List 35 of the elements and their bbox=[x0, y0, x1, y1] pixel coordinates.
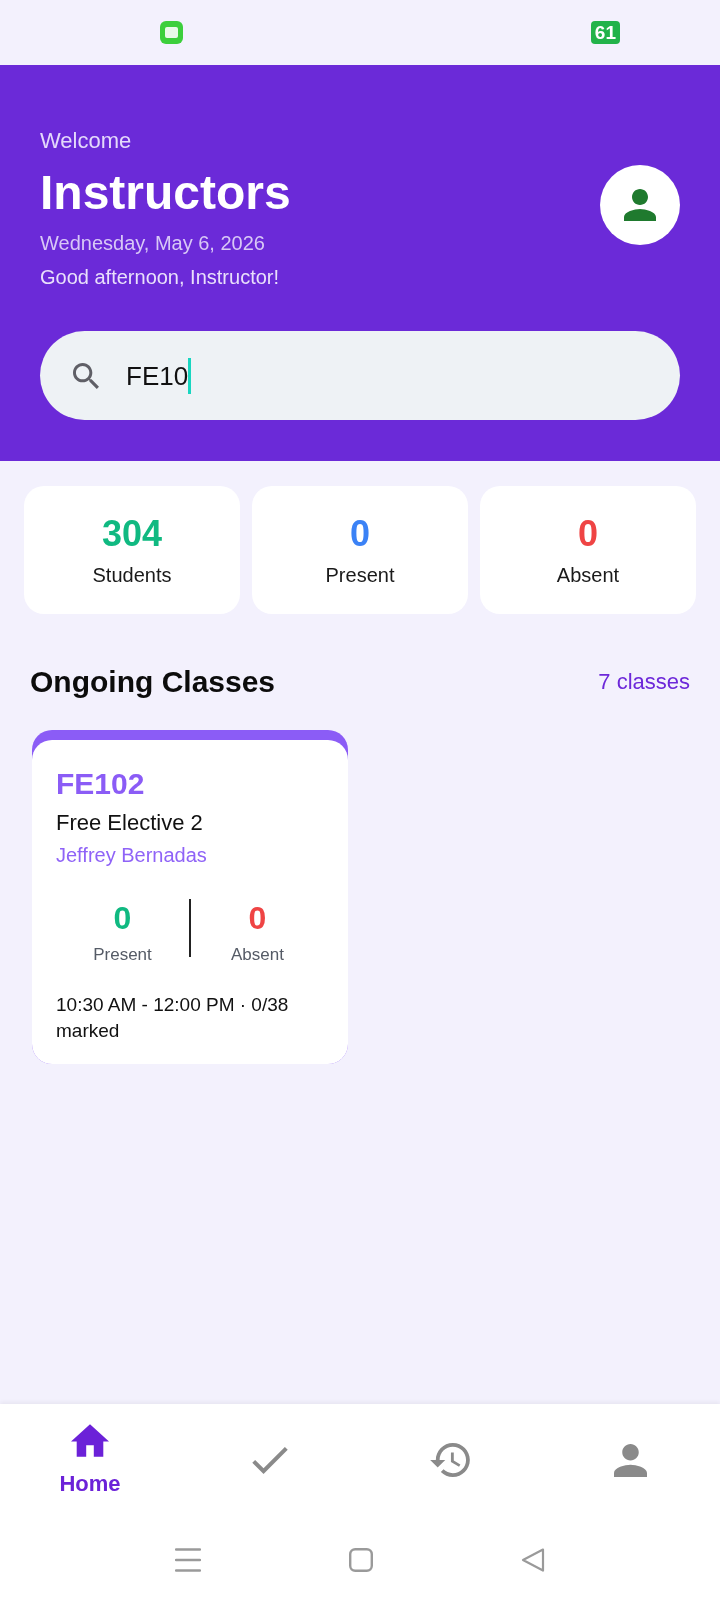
stat-value: 0 bbox=[350, 514, 370, 554]
section-title: Ongoing Classes bbox=[30, 664, 276, 700]
page-title: Instructors bbox=[40, 165, 291, 221]
history-icon bbox=[430, 1443, 470, 1477]
nav-tab[interactable]: Home bbox=[0, 1404, 180, 1516]
instructor-name: Jeffrey Bernadas bbox=[56, 843, 207, 868]
count-label: Absent bbox=[231, 944, 284, 966]
count-value: 0 bbox=[113, 899, 132, 937]
person-icon bbox=[624, 189, 656, 221]
count-label: Present bbox=[93, 944, 152, 966]
chat-app-icon bbox=[160, 21, 183, 44]
stat-label: Students bbox=[92, 563, 172, 587]
count-value: 0 bbox=[248, 899, 267, 937]
stat-value: 0 bbox=[578, 514, 598, 554]
class-count: 7 classes bbox=[598, 668, 690, 696]
checkmark-icon bbox=[252, 1446, 288, 1474]
back-icon[interactable] bbox=[521, 1548, 545, 1572]
person-icon bbox=[613, 1443, 647, 1477]
date-text: Wednesday, May 6, 2026 bbox=[40, 231, 265, 256]
class-card[interactable]: FE102 Free Elective 2 Jeffrey Bernadas 0 Present 0 Absent 10:30 AM - 12:00 PM · 0/38 marked bbox=[32, 730, 348, 1064]
schedule-text: 10:30 AM - 12:00 PM · 0/38 marked bbox=[56, 993, 290, 1043]
welcome-text: Welcome bbox=[40, 127, 132, 155]
battery-level: 61 bbox=[590, 21, 620, 44]
stat-label: Absent bbox=[556, 563, 620, 587]
menu-icon[interactable] bbox=[175, 1548, 201, 1572]
home-icon bbox=[71, 1423, 109, 1457]
class-name: Free Elective 2 bbox=[56, 809, 203, 837]
square-icon[interactable] bbox=[349, 1548, 373, 1572]
stat-label: Present bbox=[325, 563, 395, 587]
greeting-text: Good afternoon, Instructor! bbox=[40, 265, 280, 290]
search-icon bbox=[73, 362, 99, 389]
class-code: FE102 bbox=[56, 766, 145, 802]
search-field[interactable]: FE10 bbox=[40, 331, 680, 420]
stat-value: 304 bbox=[101, 514, 163, 554]
text-cursor-icon bbox=[188, 357, 192, 394]
